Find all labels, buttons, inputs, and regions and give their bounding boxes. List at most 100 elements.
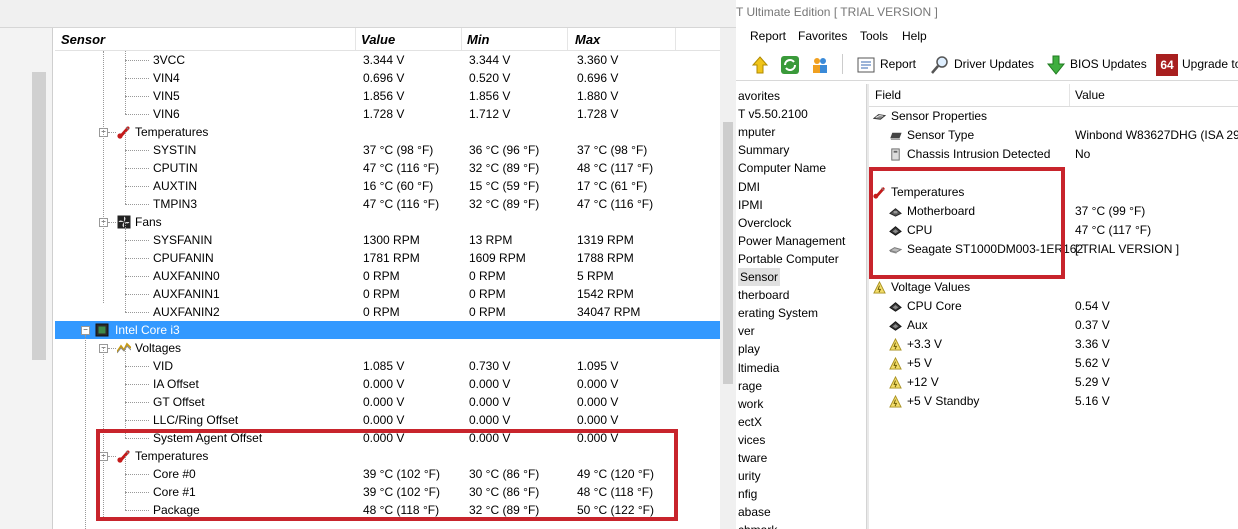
tree-item-work[interactable]: work: [738, 395, 763, 413]
column-min[interactable]: Min: [467, 32, 489, 47]
sensor-max: 3.360 V: [577, 53, 619, 67]
sensor-row[interactable]: VID 1.085 V 0.730 V 1.095 V: [55, 357, 720, 375]
column-field[interactable]: Field: [875, 88, 901, 102]
refresh-button[interactable]: [780, 51, 804, 77]
tree-item-portable-computer[interactable]: Portable Computer: [738, 250, 839, 268]
sensor-row[interactable]: CPUFANIN 1781 RPM 1609 RPM 1788 RPM: [55, 249, 720, 267]
driver-updates-button[interactable]: Driver Updates: [930, 51, 1034, 77]
detail-row-cpu-core[interactable]: CPU Core 0.54 V: [869, 297, 1238, 316]
sensor-min: 0 RPM: [469, 287, 506, 301]
column-sensor[interactable]: Sensor: [61, 32, 105, 47]
tree-connector: [125, 366, 149, 367]
sensor-max: 0.000 V: [577, 395, 619, 409]
menu-tools[interactable]: Tools: [860, 29, 888, 43]
tree-item-urity[interactable]: urity: [738, 467, 761, 485]
sensor-value: 0 RPM: [363, 287, 400, 301]
report-button[interactable]: Report: [856, 51, 916, 77]
tree-connector: [125, 420, 149, 421]
tree-item-t-v5-50-2100[interactable]: T v5.50.2100: [738, 105, 808, 123]
tree-item-ectx[interactable]: ectX: [738, 413, 762, 431]
tree-item-ltimedia[interactable]: ltimedia: [738, 359, 779, 377]
tree-item-ipmi[interactable]: IPMI: [738, 196, 763, 214]
tree-item-nfig[interactable]: nfig: [738, 485, 757, 503]
tree-item-mputer[interactable]: mputer: [738, 123, 775, 141]
field-value: 3.36 V: [1075, 337, 1110, 351]
tree-item-abase[interactable]: abase: [738, 503, 771, 521]
sensor-row[interactable]: VIN4 0.696 V 0.520 V 0.696 V: [55, 69, 720, 87]
tree-connector: [125, 276, 149, 277]
sensor-value: 1.856 V: [363, 89, 405, 103]
detail-row-aux[interactable]: Aux 0.37 V: [869, 316, 1238, 335]
tree-item-ver[interactable]: ver: [738, 322, 755, 340]
sensor-row[interactable]: IA Offset 0.000 V 0.000 V 0.000 V: [55, 375, 720, 393]
detail-row-chassis-intrusion-detected[interactable]: Chassis Intrusion Detected No: [869, 145, 1238, 164]
tree-item-overclock[interactable]: Overclock: [738, 214, 791, 232]
tree-item-avorites[interactable]: avorites: [738, 87, 780, 105]
chip-icon: [890, 132, 902, 140]
detail-row-3-3-v[interactable]: +3.3 V 3.36 V: [869, 335, 1238, 354]
detail-row-sensor-type[interactable]: Sensor Type Winbond W83627DHG (ISA 290: [869, 126, 1238, 145]
vertical-scrollbar[interactable]: [720, 28, 736, 529]
users-button[interactable]: [810, 51, 834, 77]
toolbar-divider: [842, 54, 843, 74]
tree-item-rage[interactable]: rage: [738, 377, 762, 395]
tree-item-computer-name[interactable]: Computer Name: [738, 159, 826, 177]
column-value[interactable]: Value: [361, 32, 395, 47]
tree-item-power-management[interactable]: Power Management: [738, 232, 845, 250]
sensor-row[interactable]: TMPIN3 47 °C (116 °F) 32 °C (89 °F) 47 °C (…: [55, 195, 720, 213]
bios-updates-button[interactable]: BIOS Updates: [1046, 51, 1147, 77]
field-label: Voltage Values: [891, 280, 971, 294]
sensor-row[interactable]: VIN6 1.728 V 1.712 V 1.728 V: [55, 105, 720, 123]
menu-help[interactable]: Help: [902, 29, 927, 43]
tree-item-dmi[interactable]: DMI: [738, 178, 760, 196]
sensor-row[interactable]: AUXFANIN1 0 RPM 0 RPM 1542 RPM: [55, 285, 720, 303]
detail-row-voltage-values[interactable]: Voltage Values: [869, 278, 1238, 297]
cpu-icon: [889, 321, 902, 331]
sensor-row[interactable]: AUXFANIN0 0 RPM 0 RPM 5 RPM: [55, 267, 720, 285]
sensor-group-fans[interactable]: − Fans: [55, 213, 720, 231]
scrollbar-thumb[interactable]: [723, 122, 733, 384]
tree-item-chmark[interactable]: chmark: [738, 521, 777, 529]
tree-connector: [125, 204, 149, 205]
sensor-row[interactable]: GT Offset 0.000 V 0.000 V 0.000 V: [55, 393, 720, 411]
sensor-row[interactable]: AUXTIN 16 °C (60 °F) 15 °C (59 °F) 17 °C (6…: [55, 177, 720, 195]
tree-item-sensor[interactable]: Sensor: [738, 268, 781, 286]
tree-item-therboard[interactable]: therboard: [738, 286, 789, 304]
sensor-label: GT Offset: [153, 395, 205, 409]
up-button[interactable]: [750, 51, 774, 77]
menu-favorites[interactable]: Favorites: [798, 29, 847, 43]
sensor-group-voltages[interactable]: − Voltages: [55, 339, 720, 357]
report-icon: [857, 57, 875, 73]
tree-item-vices[interactable]: vices: [738, 431, 765, 449]
sensor-value: 1781 RPM: [363, 251, 420, 265]
column-max[interactable]: Max: [575, 32, 600, 47]
sensor-row[interactable]: VIN5 1.856 V 1.856 V 1.880 V: [55, 87, 720, 105]
detail-row-sensor-properties[interactable]: Sensor Properties: [869, 107, 1238, 126]
detail-row-5-v[interactable]: +5 V 5.62 V: [869, 354, 1238, 373]
menu-report[interactable]: Report: [750, 29, 786, 43]
sensor-row[interactable]: CPUTIN 47 °C (116 °F) 32 °C (89 °F) 48 °C (…: [55, 159, 720, 177]
sensor-row[interactable]: SYSFANIN 1300 RPM 13 RPM 1319 RPM: [55, 231, 720, 249]
aida64-window: T Ultimate Edition [ TRIAL VERSION ] Rep…: [736, 0, 1238, 529]
sensor-label: Intel Core i3: [115, 323, 180, 337]
field-label: +5 V Standby: [907, 394, 980, 408]
header-divider: [461, 28, 462, 50]
sensor-row[interactable]: 3VCC 3.344 V 3.344 V 3.360 V: [55, 51, 720, 69]
detail-row-5-v-standby[interactable]: +5 V Standby 5.16 V: [869, 392, 1238, 411]
collapse-toggle[interactable]: −: [81, 326, 90, 335]
sensor-row[interactable]: AUXFANIN2 0 RPM 0 RPM 34047 RPM: [55, 303, 720, 321]
detail-row-12-v[interactable]: +12 V 5.29 V: [869, 373, 1238, 392]
sensor-row[interactable]: LLC/Ring Offset 0.000 V 0.000 V 0.000 V: [55, 411, 720, 429]
tree-item-play[interactable]: play: [738, 340, 760, 358]
tree-item-erating-system[interactable]: erating System: [738, 304, 818, 322]
device-row-intel-core-i3[interactable]: − Intel Core i3: [55, 321, 720, 339]
tree-item-summary[interactable]: Summary: [738, 141, 789, 159]
sensor-group-temperatures[interactable]: − Temperatures: [55, 123, 720, 141]
header-divider: [567, 28, 568, 50]
sensor-row[interactable]: SYSTIN 37 °C (98 °F) 36 °C (96 °F) 37 °C (9…: [55, 141, 720, 159]
field-value: 5.29 V: [1075, 375, 1110, 389]
column-value[interactable]: Value: [1075, 88, 1105, 102]
left-pane-scrollbar[interactable]: [32, 72, 46, 360]
tree-item-tware[interactable]: tware: [738, 449, 767, 467]
upgrade-button[interactable]: 64 Upgrade to: [1156, 51, 1238, 77]
